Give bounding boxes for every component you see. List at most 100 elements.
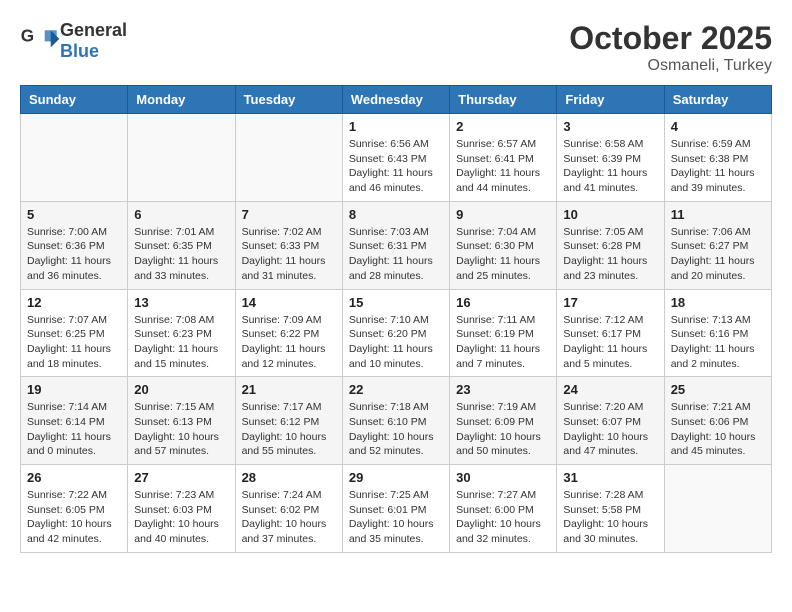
calendar-cell: 3 Sunrise: 6:58 AM Sunset: 6:39 PM Daylig… [557, 114, 664, 202]
day-info: Sunrise: 6:58 AM Sunset: 6:39 PM Dayligh… [563, 137, 657, 196]
calendar-cell: 10Sunrise: 7:05 AM Sunset: 6:28 PM Dayli… [557, 201, 664, 289]
calendar-cell [664, 465, 771, 553]
calendar-cell: 24 Sunrise: 7:20 AM Sunset: 6:07 PM Dayli… [557, 377, 664, 465]
calendar-cell: 14 Sunrise: 7:09 AM Sunset: 6:22 PM Dayli… [235, 289, 342, 377]
day-number: 1 [349, 119, 443, 134]
day-info: Sunrise: 7:14 AM Sunset: 6:14 PM Dayligh… [27, 400, 121, 459]
day-info: Sunrise: 7:27 AM Sunset: 6:00 PM Dayligh… [456, 488, 550, 547]
column-header-thursday: Thursday [450, 86, 557, 114]
calendar-cell: 7 Sunrise: 7:02 AM Sunset: 6:33 PM Daylig… [235, 201, 342, 289]
day-number: 14 [242, 295, 336, 310]
calendar-cell: 27Sunrise: 7:23 AM Sunset: 6:03 PM Dayli… [128, 465, 235, 553]
page-header: G General Blue October 2025 Osmaneli, Tu… [20, 20, 772, 75]
day-number: 6 [134, 207, 228, 222]
day-number: 7 [242, 207, 336, 222]
calendar-week-row: 26 Sunrise: 7:22 AM Sunset: 6:05 PM Dayli… [21, 465, 772, 553]
day-number: 12 [27, 295, 121, 310]
day-info: Sunrise: 7:05 AM Sunset: 6:28 PM Dayligh… [563, 225, 657, 284]
calendar-week-row: 12 Sunrise: 7:07 AM Sunset: 6:25 PM Dayli… [21, 289, 772, 377]
day-info: Sunrise: 7:22 AM Sunset: 6:05 PM Dayligh… [27, 488, 121, 547]
day-number: 28 [242, 470, 336, 485]
calendar-cell [235, 114, 342, 202]
day-number: 19 [27, 382, 121, 397]
calendar-cell: 13 Sunrise: 7:08 AM Sunset: 6:23 PM Dayli… [128, 289, 235, 377]
day-number: 9 [456, 207, 550, 222]
day-number: 22 [349, 382, 443, 397]
day-number: 31 [563, 470, 657, 485]
day-number: 2 [456, 119, 550, 134]
logo-icon: G [20, 26, 60, 56]
calendar-week-row: 19 Sunrise: 7:14 AM Sunset: 6:14 PM Dayli… [21, 377, 772, 465]
column-header-wednesday: Wednesday [342, 86, 449, 114]
day-number: 26 [27, 470, 121, 485]
calendar-cell [128, 114, 235, 202]
day-info: Sunrise: 7:28 AM Sunset: 5:58 PM Dayligh… [563, 488, 657, 547]
day-info: Sunrise: 7:02 AM Sunset: 6:33 PM Dayligh… [242, 225, 336, 284]
day-number: 21 [242, 382, 336, 397]
day-number: 24 [563, 382, 657, 397]
calendar-cell: 4Sunrise: 6:59 AM Sunset: 6:38 PM Daylig… [664, 114, 771, 202]
calendar-cell: 19 Sunrise: 7:14 AM Sunset: 6:14 PM Dayli… [21, 377, 128, 465]
calendar-week-row: 5Sunrise: 7:00 AM Sunset: 6:36 PM Daylig… [21, 201, 772, 289]
day-info: Sunrise: 7:08 AM Sunset: 6:23 PM Dayligh… [134, 313, 228, 372]
column-header-sunday: Sunday [21, 86, 128, 114]
calendar-cell: 2Sunrise: 6:57 AM Sunset: 6:41 PM Daylig… [450, 114, 557, 202]
calendar-header-row: SundayMondayTuesdayWednesdayThursdayFrid… [21, 86, 772, 114]
calendar-cell: 29 Sunrise: 7:25 AM Sunset: 6:01 PM Dayli… [342, 465, 449, 553]
day-number: 20 [134, 382, 228, 397]
day-info: Sunrise: 6:59 AM Sunset: 6:38 PM Dayligh… [671, 137, 765, 196]
logo-blue: Blue [60, 41, 99, 61]
calendar-cell: 20 Sunrise: 7:15 AM Sunset: 6:13 PM Dayli… [128, 377, 235, 465]
calendar-week-row: 1 Sunrise: 6:56 AM Sunset: 6:43 PM Daylig… [21, 114, 772, 202]
day-info: Sunrise: 7:25 AM Sunset: 6:01 PM Dayligh… [349, 488, 443, 547]
calendar-cell: 17 Sunrise: 7:12 AM Sunset: 6:17 PM Dayli… [557, 289, 664, 377]
day-info: Sunrise: 7:12 AM Sunset: 6:17 PM Dayligh… [563, 313, 657, 372]
calendar-cell: 15 Sunrise: 7:10 AM Sunset: 6:20 PM Dayli… [342, 289, 449, 377]
calendar-cell: 26 Sunrise: 7:22 AM Sunset: 6:05 PM Dayli… [21, 465, 128, 553]
calendar-cell: 25Sunrise: 7:21 AM Sunset: 6:06 PM Dayli… [664, 377, 771, 465]
day-number: 27 [134, 470, 228, 485]
calendar-cell: 11Sunrise: 7:06 AM Sunset: 6:27 PM Dayli… [664, 201, 771, 289]
calendar-cell: 8 Sunrise: 7:03 AM Sunset: 6:31 PM Daylig… [342, 201, 449, 289]
column-header-monday: Monday [128, 86, 235, 114]
calendar-cell: 6Sunrise: 7:01 AM Sunset: 6:35 PM Daylig… [128, 201, 235, 289]
day-number: 23 [456, 382, 550, 397]
calendar-cell: 28 Sunrise: 7:24 AM Sunset: 6:02 PM Dayli… [235, 465, 342, 553]
month-title: October 2025 [569, 20, 772, 57]
logo-general: General [60, 20, 127, 40]
logo-text: General Blue [60, 20, 127, 62]
column-header-saturday: Saturday [664, 86, 771, 114]
calendar-cell: 9Sunrise: 7:04 AM Sunset: 6:30 PM Daylig… [450, 201, 557, 289]
day-info: Sunrise: 7:17 AM Sunset: 6:12 PM Dayligh… [242, 400, 336, 459]
day-number: 16 [456, 295, 550, 310]
day-info: Sunrise: 7:00 AM Sunset: 6:36 PM Dayligh… [27, 225, 121, 284]
day-number: 13 [134, 295, 228, 310]
calendar-table: SundayMondayTuesdayWednesdayThursdayFrid… [20, 85, 772, 553]
day-info: Sunrise: 7:07 AM Sunset: 6:25 PM Dayligh… [27, 313, 121, 372]
day-number: 8 [349, 207, 443, 222]
day-number: 3 [563, 119, 657, 134]
calendar-cell: 30Sunrise: 7:27 AM Sunset: 6:00 PM Dayli… [450, 465, 557, 553]
column-header-friday: Friday [557, 86, 664, 114]
day-info: Sunrise: 7:24 AM Sunset: 6:02 PM Dayligh… [242, 488, 336, 547]
day-info: Sunrise: 7:09 AM Sunset: 6:22 PM Dayligh… [242, 313, 336, 372]
calendar-cell: 22Sunrise: 7:18 AM Sunset: 6:10 PM Dayli… [342, 377, 449, 465]
calendar-cell [21, 114, 128, 202]
day-number: 29 [349, 470, 443, 485]
day-number: 15 [349, 295, 443, 310]
day-info: Sunrise: 7:15 AM Sunset: 6:13 PM Dayligh… [134, 400, 228, 459]
calendar-cell: 18Sunrise: 7:13 AM Sunset: 6:16 PM Dayli… [664, 289, 771, 377]
calendar-cell: 23 Sunrise: 7:19 AM Sunset: 6:09 PM Dayli… [450, 377, 557, 465]
calendar-cell: 12 Sunrise: 7:07 AM Sunset: 6:25 PM Dayli… [21, 289, 128, 377]
column-header-tuesday: Tuesday [235, 86, 342, 114]
day-info: Sunrise: 6:56 AM Sunset: 6:43 PM Dayligh… [349, 137, 443, 196]
day-info: Sunrise: 7:19 AM Sunset: 6:09 PM Dayligh… [456, 400, 550, 459]
day-number: 17 [563, 295, 657, 310]
day-info: Sunrise: 7:21 AM Sunset: 6:06 PM Dayligh… [671, 400, 765, 459]
calendar-cell: 5Sunrise: 7:00 AM Sunset: 6:36 PM Daylig… [21, 201, 128, 289]
day-info: Sunrise: 7:03 AM Sunset: 6:31 PM Dayligh… [349, 225, 443, 284]
day-info: Sunrise: 7:20 AM Sunset: 6:07 PM Dayligh… [563, 400, 657, 459]
day-info: Sunrise: 7:10 AM Sunset: 6:20 PM Dayligh… [349, 313, 443, 372]
day-number: 18 [671, 295, 765, 310]
day-info: Sunrise: 7:11 AM Sunset: 6:19 PM Dayligh… [456, 313, 550, 372]
